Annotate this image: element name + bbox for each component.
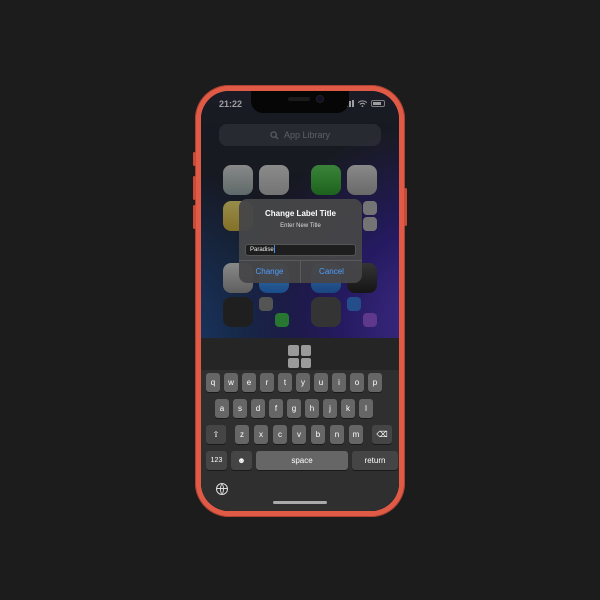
alert-title: Change Label Title — [265, 209, 336, 218]
numbers-key[interactable]: 123 — [206, 451, 227, 470]
key-y[interactable]: y — [296, 373, 310, 392]
key-q[interactable]: q — [206, 373, 220, 392]
cancel-button[interactable]: Cancel — [300, 261, 362, 283]
key-j[interactable]: j — [323, 399, 337, 418]
key-z[interactable]: z — [235, 425, 249, 444]
alert-buttons: Change Cancel — [239, 260, 362, 283]
key-m[interactable]: m — [349, 425, 363, 444]
key-w[interactable]: w — [224, 373, 238, 392]
key-s[interactable]: s — [233, 399, 247, 418]
key-r[interactable]: r — [260, 373, 274, 392]
key-u[interactable]: u — [314, 373, 328, 392]
space-key[interactable]: space — [256, 451, 348, 470]
return-key[interactable]: return — [352, 451, 398, 470]
key-p[interactable]: p — [368, 373, 382, 392]
home-indicator[interactable] — [273, 501, 327, 504]
shift-key[interactable]: ⇧ — [206, 425, 226, 444]
key-b[interactable]: b — [311, 425, 325, 444]
key-n[interactable]: n — [330, 425, 344, 444]
emoji-key[interactable]: ☻ — [231, 451, 252, 470]
key-k[interactable]: k — [341, 399, 355, 418]
key-l[interactable]: l — [359, 399, 373, 418]
key-d[interactable]: d — [251, 399, 265, 418]
key-v[interactable]: v — [292, 425, 306, 444]
key-c[interactable]: c — [273, 425, 287, 444]
text-caret — [273, 245, 275, 254]
power-button — [404, 188, 407, 226]
key-x[interactable]: x — [254, 425, 268, 444]
title-input[interactable]: Paradise — [245, 244, 356, 256]
key-t[interactable]: t — [278, 373, 292, 392]
phone-screen: 21:22 App Library Change Label Title Ent… — [201, 91, 399, 511]
key-f[interactable]: f — [269, 399, 283, 418]
keyboard-row-1: q w e r t y u i o p — [206, 373, 382, 392]
key-h[interactable]: h — [305, 399, 319, 418]
alert-message: Enter New Title — [280, 223, 321, 229]
keyboard-row-2: a s d f g h j k l — [215, 399, 373, 418]
globe-icon[interactable] — [216, 483, 228, 495]
change-button[interactable]: Change — [239, 261, 300, 283]
delete-key[interactable]: ⌫ — [372, 425, 392, 444]
change-label-alert: Change Label Title Enter New Title Parad… — [239, 199, 362, 283]
key-e[interactable]: e — [242, 373, 256, 392]
volume-up-button — [193, 176, 196, 200]
title-input-value: Paradise — [250, 247, 274, 253]
volume-down-button — [193, 205, 196, 229]
key-i[interactable]: i — [332, 373, 346, 392]
key-a[interactable]: a — [215, 399, 229, 418]
keyboard-toolbar — [201, 338, 399, 370]
mute-switch — [193, 152, 196, 166]
key-o[interactable]: o — [350, 373, 364, 392]
keyboard-row-3: ⇧ z x c v b n m ⌫ — [206, 425, 392, 444]
key-g[interactable]: g — [287, 399, 301, 418]
keyboard-row-4: 123 ☻ space return — [206, 451, 398, 470]
app-grid-icon[interactable] — [288, 345, 311, 368]
